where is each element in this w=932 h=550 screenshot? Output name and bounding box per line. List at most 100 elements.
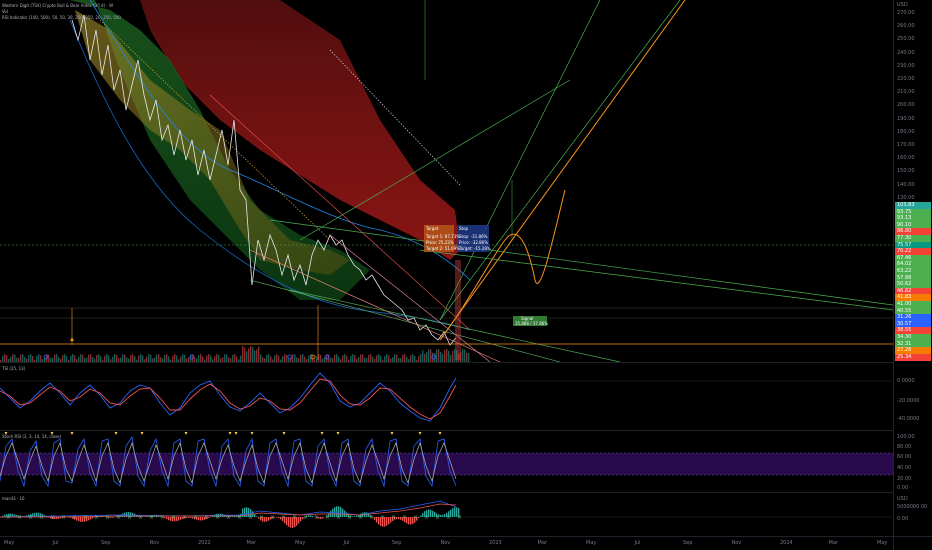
stoch-signal-marker bbox=[336, 432, 340, 435]
macd-histogram-bar bbox=[376, 517, 378, 523]
time-axis-label: Nov bbox=[440, 540, 451, 546]
volume-bar bbox=[360, 354, 362, 362]
macd-histogram-bar bbox=[300, 517, 302, 522]
volume-bar bbox=[422, 350, 424, 362]
macd-legend[interactable]: macd3 · 16 bbox=[2, 496, 25, 501]
time-axis-label: 2022 bbox=[198, 540, 211, 546]
volume-bar bbox=[234, 354, 236, 362]
macd-histogram-bar bbox=[286, 517, 288, 526]
stoch-signal-marker bbox=[228, 432, 232, 435]
macd-cross-marker: × bbox=[215, 514, 220, 521]
macd-histogram-bar bbox=[418, 517, 420, 519]
macd-cross-marker: × bbox=[94, 514, 99, 521]
volume-bar bbox=[284, 354, 286, 362]
macd-cross-marker: × bbox=[72, 514, 77, 521]
volume-bar bbox=[468, 352, 470, 362]
macd-histogram-bar bbox=[352, 516, 354, 517]
volume-bar bbox=[252, 346, 254, 362]
volume-bar bbox=[466, 352, 468, 362]
time-axis-label: Mar bbox=[828, 540, 838, 546]
macd-cross-marker: × bbox=[39, 514, 44, 521]
green-fan-line-2 bbox=[439, 0, 601, 321]
target-box-line: Target 2: 51.09% bbox=[426, 246, 461, 251]
axis-corner[interactable] bbox=[893, 536, 932, 550]
main-legend-line1[interactable]: Western Digit (TSX) Crypto Bull & Bear I… bbox=[2, 3, 113, 8]
price-axis-label: 220.00 bbox=[897, 76, 915, 82]
stoch-rsi-pane[interactable]: Stoch RSI (3, 3, 14, 14, close) bbox=[0, 430, 893, 492]
macd-histogram-bar bbox=[386, 517, 388, 526]
main-price-axis[interactable]: USD 270.00 260.00 250.00 240.00 230.00 220.00… bbox=[893, 0, 932, 362]
main-legend-line2[interactable]: Vol bbox=[2, 9, 8, 14]
time-axis-label: May bbox=[877, 540, 888, 546]
volume-bar bbox=[96, 355, 98, 362]
price-axis-label: 180.00 bbox=[897, 128, 915, 135]
orange-triangle-marker bbox=[70, 337, 74, 341]
price-axis-label: 170.00 bbox=[897, 142, 915, 148]
macd-histogram-bar bbox=[176, 517, 178, 522]
macd-histogram-bar bbox=[410, 517, 412, 525]
price-axis-label: 260.00 bbox=[897, 23, 915, 30]
price-axis-label: 130.00 bbox=[897, 194, 915, 201]
macd-cross-marker: × bbox=[347, 514, 352, 521]
volume-bar bbox=[410, 355, 412, 362]
macd-histogram-bar bbox=[256, 516, 258, 517]
macd-axis[interactable]: USD 5000000.00 0.00 bbox=[893, 492, 932, 536]
time-axis-label: Sep bbox=[683, 540, 693, 546]
time-axis-label: Sep bbox=[392, 540, 402, 546]
tsi-axis[interactable]: 0.0000 -20.0000 -40.0000 bbox=[893, 362, 932, 430]
tsi-indicator-pane[interactable]: TSI (25, 13) bbox=[0, 362, 893, 430]
volume-bar bbox=[428, 349, 430, 362]
volume-bar bbox=[362, 354, 364, 362]
volume-bar bbox=[376, 355, 378, 362]
volume-bar bbox=[438, 349, 440, 362]
macd-cross-marker: × bbox=[105, 514, 110, 521]
volume-bar bbox=[56, 354, 58, 362]
main-chart-canvas[interactable] bbox=[0, 0, 893, 362]
stoch-signal-marker bbox=[140, 432, 144, 435]
macd-cross-marker: × bbox=[303, 514, 308, 521]
main-legend-line3[interactable]: RSI Indicator (100, 500), 50, 50, 30, 25… bbox=[2, 15, 121, 20]
price-axis-label: 270.00 bbox=[897, 10, 915, 16]
tsi-legend[interactable]: TSI (25, 13) bbox=[2, 366, 25, 371]
macd-cross-marker: × bbox=[226, 514, 231, 521]
volume-bar bbox=[166, 354, 168, 362]
tsi-signal-line bbox=[0, 378, 457, 420]
stoch-overbought-band bbox=[0, 453, 893, 475]
stoch-legend[interactable]: Stoch RSI (3, 3, 14, 14, close) bbox=[2, 434, 61, 439]
macd-cross-marker: × bbox=[193, 514, 198, 521]
volume-bars bbox=[0, 346, 470, 362]
volume-bar bbox=[260, 354, 262, 362]
main-chart-pane[interactable]: Western Digit (TSX) Crypto Bull & Bear I… bbox=[0, 0, 893, 362]
volume-bar bbox=[200, 354, 202, 362]
macd-histogram-bar bbox=[374, 517, 376, 520]
volume-bar bbox=[302, 354, 304, 362]
volume-bar bbox=[434, 352, 436, 362]
volume-bar bbox=[462, 349, 464, 362]
red-column-box bbox=[455, 260, 461, 360]
stop-box-title: Stop bbox=[459, 226, 469, 231]
volume-bar bbox=[444, 350, 446, 362]
volume-bar bbox=[82, 354, 84, 362]
volume-bar bbox=[246, 351, 248, 362]
green-fan-line-3 bbox=[419, 249, 893, 311]
macd-cross-marker: × bbox=[380, 514, 385, 521]
volume-bar bbox=[122, 354, 124, 362]
macd-cross-marker: × bbox=[28, 514, 33, 521]
stoch-signal-marker bbox=[234, 432, 238, 435]
macd-histogram-bar bbox=[420, 515, 422, 517]
volume-bar bbox=[342, 355, 344, 362]
volume-bar bbox=[448, 350, 450, 362]
stoch-signal-marker bbox=[184, 432, 188, 435]
volume-bar bbox=[250, 346, 252, 362]
volume-bar bbox=[442, 353, 444, 362]
macd-pane[interactable]: × × × × × × × × × × × × × × × × × × × × × × × × × × × × × × × × × × × × × × × ×… bbox=[0, 492, 893, 536]
macd-cross-marker: × bbox=[446, 514, 451, 521]
volume-bar bbox=[386, 354, 388, 362]
macd-histogram-bar bbox=[454, 507, 456, 517]
macd-cross-marker: × bbox=[358, 514, 363, 521]
macd-cross-marker: × bbox=[270, 514, 275, 521]
time-axis[interactable]: May Jul Sep Nov 2022 Mar May Jul Sep Nov 2023 Mar Ma… bbox=[0, 536, 893, 550]
stoch-axis[interactable]: 100.00 80.00 60.00 40.00 20.00 0.00 bbox=[893, 430, 932, 492]
macd-currency-label: USD bbox=[897, 496, 908, 502]
price-axis-label: 200.00 bbox=[897, 102, 915, 109]
